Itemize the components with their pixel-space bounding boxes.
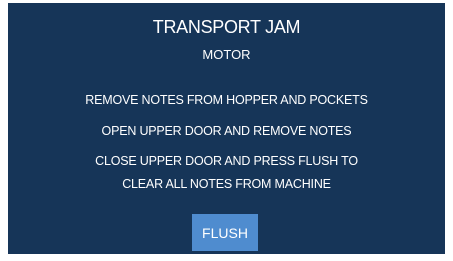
alert-subtitle: MOTOR xyxy=(202,47,251,62)
jam-alert-screen: TRANSPORT JAM MOTOR REMOVE NOTES FROM HO… xyxy=(8,3,445,254)
instruction-line: REMOVE NOTES FROM HOPPER AND POCKETS xyxy=(85,93,368,107)
alert-title: TRANSPORT JAM xyxy=(152,17,301,37)
instruction-line: OPEN UPPER DOOR AND REMOVE NOTES xyxy=(101,124,352,138)
instruction-line: CLEAR ALL NOTES FROM MACHINE xyxy=(122,177,331,191)
instruction-line: CLOSE UPPER DOOR AND PRESS FLUSH TO xyxy=(95,154,358,168)
flush-button[interactable]: FLUSH xyxy=(192,214,258,251)
